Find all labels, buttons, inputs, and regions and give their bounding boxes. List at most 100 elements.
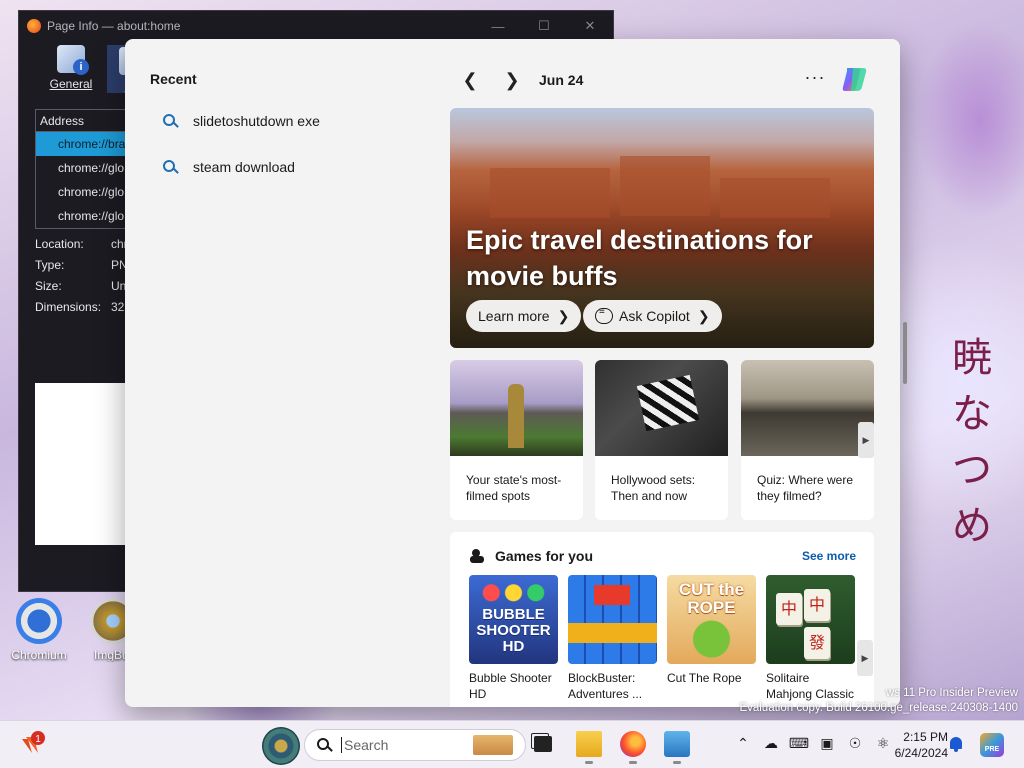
clock[interactable]: 2:15 PM 6/24/2024 bbox=[878, 729, 948, 761]
search-highlight-image bbox=[473, 735, 513, 755]
desktop-icon-chromium[interactable]: Chromium bbox=[4, 598, 74, 662]
maximize-button[interactable]: ☐ bbox=[521, 11, 567, 41]
file-explorer-button[interactable] bbox=[576, 731, 602, 764]
chevron-right-icon: ❯ bbox=[557, 307, 570, 324]
game-name: Cut The Rope bbox=[667, 671, 742, 685]
insider-preview-icon[interactable]: PRE bbox=[980, 733, 1004, 757]
media-address-table: Address chrome://bra chrome://glo chrome… bbox=[35, 109, 135, 229]
learn-more-button[interactable]: Learn more ❯ bbox=[466, 300, 582, 332]
property-key: Dimensions: bbox=[35, 300, 102, 314]
clock-date: 6/24/2024 bbox=[894, 746, 948, 760]
widgets-button[interactable]: 1 bbox=[18, 729, 48, 759]
search-icon bbox=[161, 112, 179, 130]
table-row[interactable]: chrome://glo bbox=[36, 180, 134, 204]
story-card[interactable]: Hollywood sets: Then and now bbox=[595, 360, 728, 520]
column-header-address[interactable]: Address bbox=[36, 110, 134, 132]
task-view-icon bbox=[534, 736, 552, 752]
game-tile bbox=[568, 575, 657, 664]
chevron-up-icon[interactable]: ⌃ bbox=[732, 731, 754, 755]
mahjong-tile: 中 bbox=[804, 589, 830, 621]
game-item[interactable]: BlockBuster: Adventures ... bbox=[568, 575, 657, 702]
cards-next-button[interactable]: ▶ bbox=[858, 422, 874, 458]
game-tile-text: CUT the ROPE bbox=[678, 580, 745, 617]
imgburn-icon bbox=[90, 598, 126, 644]
table-row[interactable]: chrome://bra bbox=[36, 132, 134, 156]
tab-general[interactable]: General bbox=[45, 45, 97, 93]
wallpaper-char: 暁 bbox=[952, 335, 992, 381]
keyboard-icon[interactable]: ⌨ bbox=[788, 731, 810, 755]
window-title: Page Info — about:home bbox=[47, 19, 181, 33]
mic-off-icon[interactable]: ☉ bbox=[844, 731, 866, 755]
close-button[interactable]: ✕ bbox=[567, 11, 613, 41]
recent-search-item[interactable]: steam download bbox=[161, 149, 411, 185]
search-icon bbox=[161, 158, 179, 176]
start-button[interactable] bbox=[262, 727, 300, 765]
game-name: Bubble Shooter HD bbox=[469, 671, 552, 701]
story-caption: Your state's most-filmed spots bbox=[466, 473, 562, 503]
wallpaper-char: つ bbox=[952, 447, 992, 493]
wallpaper-artwork-text: 暁 な つ め bbox=[912, 330, 1024, 630]
ask-copilot-label: Ask Copilot bbox=[619, 308, 690, 324]
games-next-button[interactable]: ▶ bbox=[857, 640, 873, 676]
table-row[interactable]: chrome://glo bbox=[36, 156, 134, 180]
games-title: Games for you bbox=[495, 548, 594, 564]
system-tray: ⌃ ☁ ⌨ ▣ ☉ ⚛ bbox=[732, 731, 894, 755]
taskbar: 1 ⌃ ☁ ⌨ ▣ ☉ ⚛ 2:15 PM 6/24/2024 PRE bbox=[0, 720, 1024, 768]
general-info-icon bbox=[57, 45, 89, 75]
game-name: BlockBuster: Adventures ... bbox=[568, 671, 643, 701]
firefox-button[interactable] bbox=[620, 731, 646, 764]
display-settings-app-button[interactable] bbox=[664, 731, 690, 764]
desktop-icon-label: Chromium bbox=[11, 648, 67, 662]
copilot-button[interactable] bbox=[839, 64, 869, 94]
search-flyout: Recent slidetoshutdown exe steam downloa… bbox=[125, 39, 900, 707]
game-item[interactable]: CUT the ROPE Cut The Rope bbox=[667, 575, 756, 686]
game-tile-text: BUBBLE SHOOTER HD bbox=[476, 606, 551, 655]
game-item[interactable]: BUBBLE SHOOTER HD Bubble Shooter HD bbox=[469, 575, 558, 702]
hero-card[interactable]: Epic travel destinations for movie buffs… bbox=[450, 108, 874, 348]
story-image bbox=[450, 360, 583, 456]
media-preview bbox=[35, 383, 135, 545]
running-indicator bbox=[585, 761, 593, 764]
ask-copilot-button[interactable]: Ask Copilot ❯ bbox=[583, 300, 722, 332]
taskbar-search-box[interactable] bbox=[304, 729, 526, 761]
next-day-button[interactable]: ❯ bbox=[497, 65, 527, 95]
story-caption: Hollywood sets: Then and now bbox=[611, 473, 696, 503]
media-properties: Location: chr Type: PN Size: Un Dimensions:… bbox=[35, 237, 131, 321]
desktop-icon-label: ImgBu bbox=[94, 648, 126, 662]
clock-time: 2:15 PM bbox=[903, 730, 948, 744]
flyout-scrollbar[interactable] bbox=[903, 322, 907, 384]
learn-more-label: Learn more bbox=[478, 308, 550, 324]
game-tile: 中 中 發 bbox=[766, 575, 855, 664]
watermark-line: Evaluation copy. Build 26100.ge_release.… bbox=[739, 702, 1018, 714]
story-caption: Quiz: Where were they filmed? bbox=[757, 473, 854, 503]
story-card[interactable]: Your state's most-filmed spots bbox=[450, 360, 583, 520]
mahjong-tile: 中 bbox=[776, 593, 802, 625]
wallpaper-char: な bbox=[952, 391, 992, 437]
windows-watermark: ws 11 Pro Insider Preview Evaluation cop… bbox=[739, 686, 1018, 716]
previous-day-button[interactable]: ❮ bbox=[455, 65, 485, 95]
recent-search-item[interactable]: slidetoshutdown exe bbox=[161, 103, 411, 139]
desktop-icon-imgburn[interactable]: ImgBu bbox=[78, 598, 126, 662]
firefox-icon bbox=[27, 19, 41, 33]
search-input[interactable] bbox=[341, 737, 467, 753]
table-row[interactable]: chrome://glo bbox=[36, 204, 134, 228]
minimize-button[interactable]: — bbox=[475, 11, 521, 41]
copilot-icon bbox=[842, 68, 867, 91]
widgets-icon: 1 bbox=[22, 731, 45, 753]
notification-bell-icon[interactable] bbox=[948, 735, 964, 753]
date-label: Jun 24 bbox=[539, 72, 584, 88]
display-icon[interactable]: ▣ bbox=[816, 731, 838, 755]
property-key: Size: bbox=[35, 279, 62, 293]
tab-label: General bbox=[49, 77, 93, 91]
see-more-link[interactable]: See more bbox=[802, 549, 856, 563]
games-icon bbox=[470, 549, 486, 563]
network-off-icon[interactable]: ☁ bbox=[760, 731, 782, 755]
mahjong-tile: 發 bbox=[804, 627, 830, 659]
story-image bbox=[741, 360, 874, 456]
story-card[interactable]: Quiz: Where were they filmed? bbox=[741, 360, 874, 520]
more-options-button[interactable]: ··· bbox=[801, 67, 829, 93]
game-item[interactable]: 中 中 發 Solitaire Mahjong Classic bbox=[766, 575, 855, 702]
task-view-button[interactable] bbox=[530, 731, 556, 757]
recent-search-label: steam download bbox=[193, 159, 295, 175]
chat-icon bbox=[595, 306, 613, 324]
